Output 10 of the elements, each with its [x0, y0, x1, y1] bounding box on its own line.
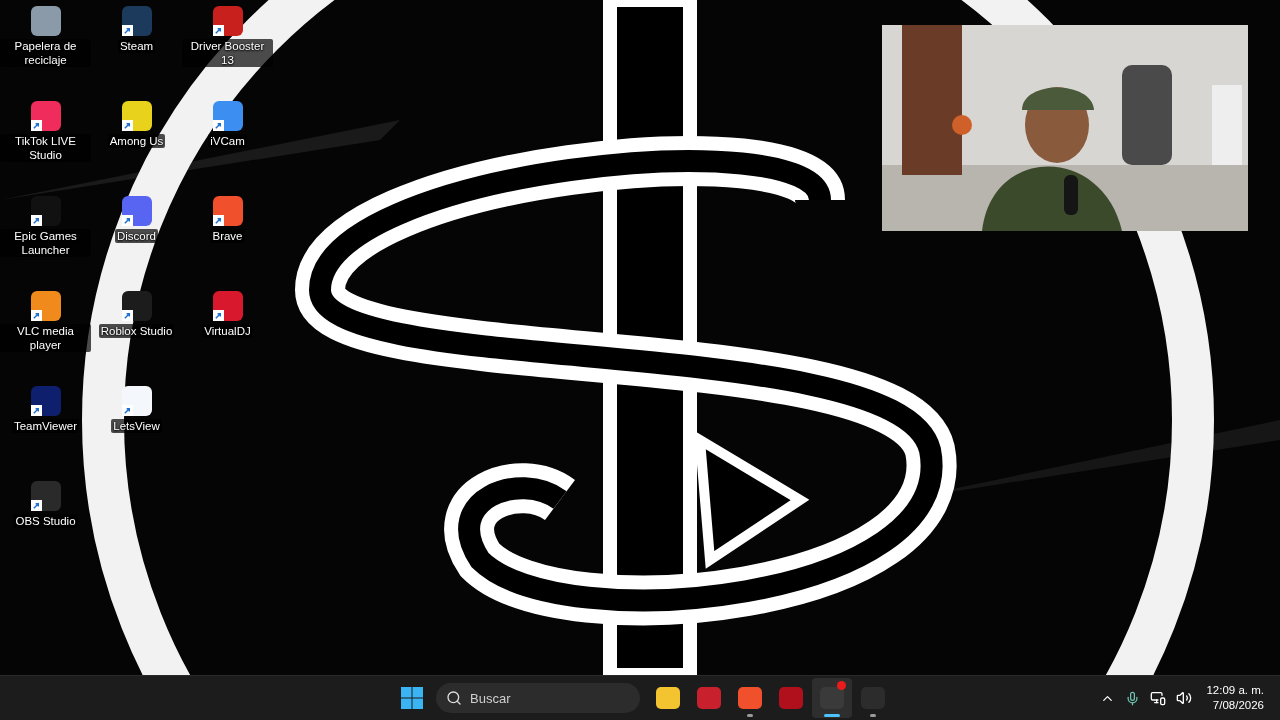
- search-icon: [446, 690, 462, 706]
- search-field[interactable]: Buscar: [436, 683, 640, 713]
- microphone-icon[interactable]: [1125, 690, 1141, 706]
- windows-logo-icon: [401, 687, 423, 709]
- clock-time: 12:09 a. m.: [1206, 683, 1264, 698]
- taskbar-app-button[interactable]: [812, 678, 852, 718]
- volume-icon[interactable]: [1176, 690, 1193, 706]
- clock-date: 7/08/2026: [1212, 698, 1264, 713]
- network-icon[interactable]: [1150, 690, 1167, 706]
- clock[interactable]: 12:09 a. m. 7/08/2026: [1206, 683, 1264, 713]
